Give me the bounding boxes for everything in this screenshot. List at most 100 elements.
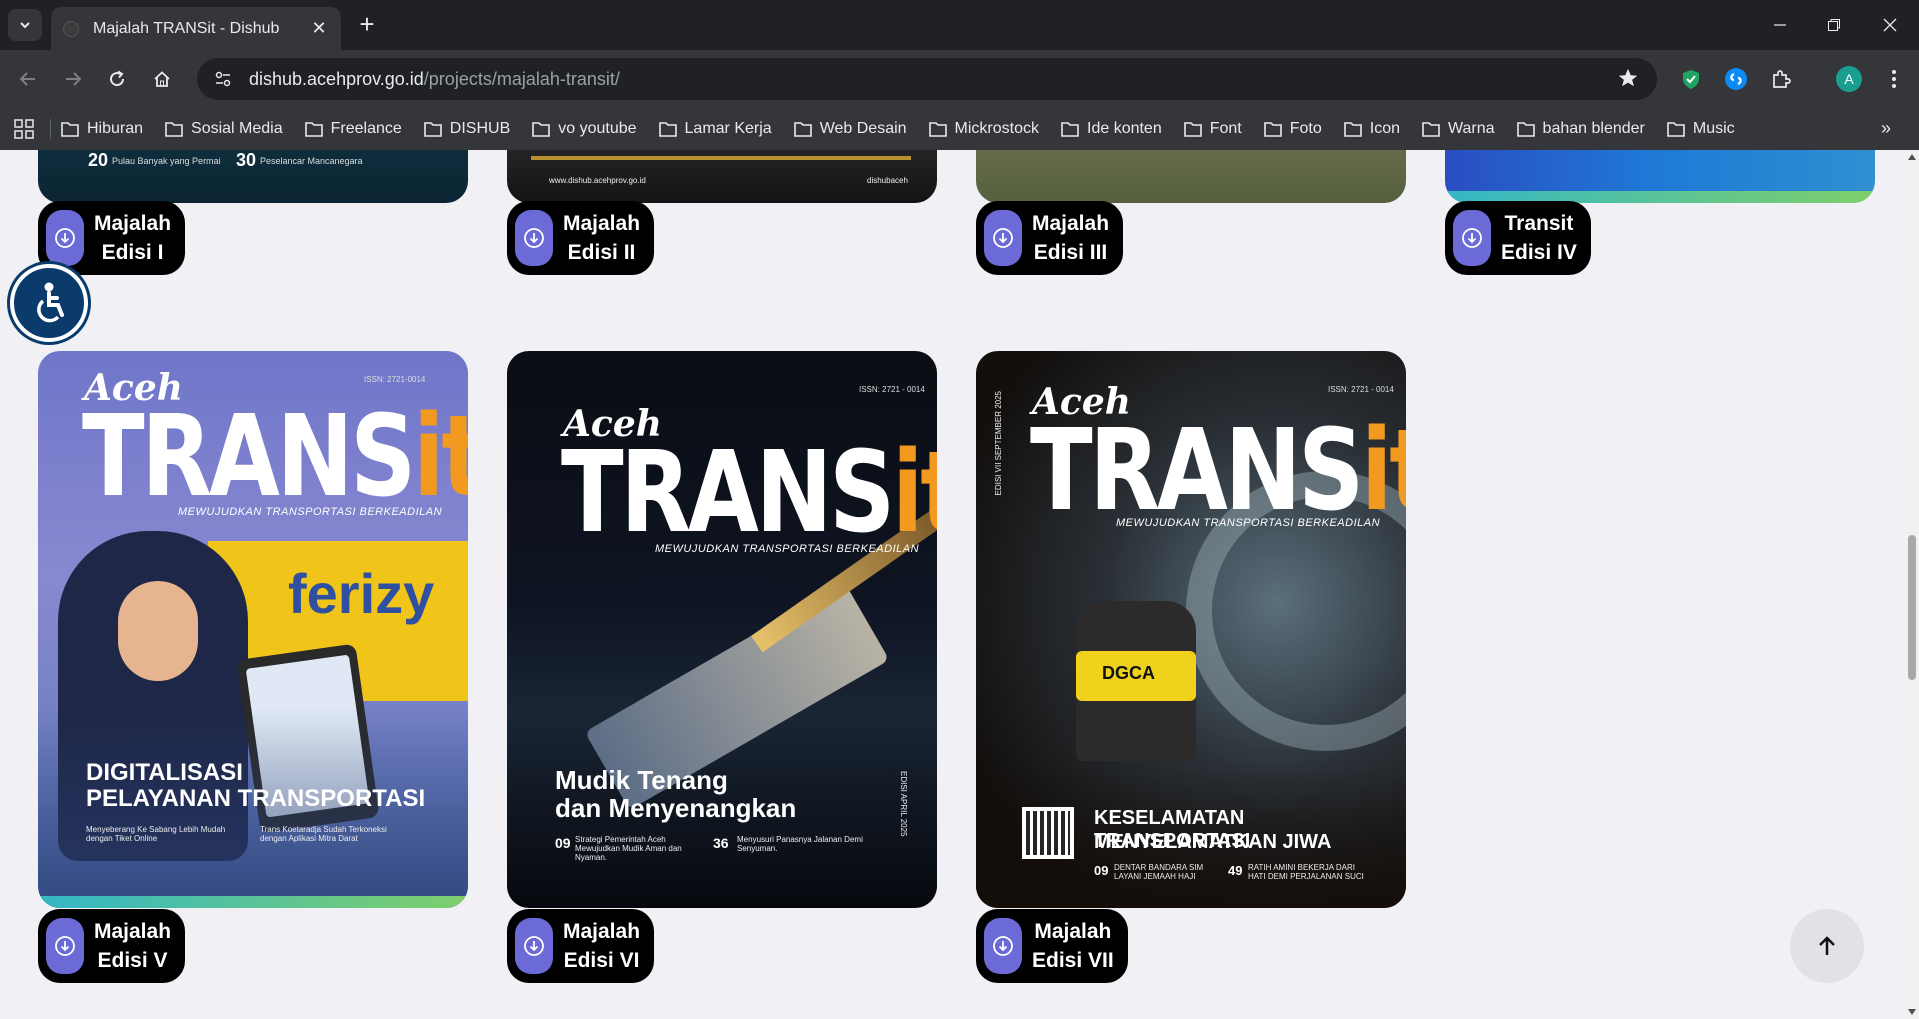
address-bar[interactable]: dishub.acehprov.go.id/projects/majalah-t… (197, 58, 1657, 100)
bookmark-folder[interactable]: vo youtube (532, 120, 637, 138)
site-info-icon[interactable] (211, 67, 235, 91)
folder-icon (1422, 122, 1440, 137)
apps-grid-icon[interactable] (12, 117, 36, 141)
bookmark-folder[interactable]: Font (1183, 120, 1242, 138)
shazam-extension-icon[interactable] (1722, 65, 1750, 93)
bookmark-folder[interactable]: bahan blender (1516, 120, 1645, 138)
scroll-up-arrow-icon[interactable] (1908, 154, 1916, 160)
minimize-button[interactable] (1752, 0, 1808, 50)
bookmark-folder[interactable]: Freelance (304, 120, 402, 138)
label-line-1: Majalah (563, 920, 641, 943)
label-line-1: Transit (1504, 212, 1574, 235)
tab-close-icon[interactable]: ✕ (309, 18, 329, 39)
cover-foot-number-2: 49 (1228, 863, 1243, 878)
tab-search-button[interactable] (8, 9, 42, 41)
close-window-button[interactable] (1862, 0, 1918, 50)
scroll-to-top-button[interactable] (1790, 909, 1864, 983)
brand-main: TRANS (82, 392, 416, 522)
download-icon (984, 210, 1022, 266)
bookmark-folder[interactable]: Sosial Media (165, 120, 283, 138)
bookmark-star-icon[interactable] (1617, 67, 1639, 94)
restore-icon (1828, 19, 1840, 31)
scrollbar-thumb[interactable] (1908, 535, 1916, 680)
label-line-1: Majalah (94, 920, 172, 943)
bookmark-folder[interactable]: DISHUB (423, 120, 510, 138)
download-edisi-3-button[interactable]: Majalah Edisi III (976, 201, 1124, 275)
bookmark-folder[interactable]: Warna (1422, 120, 1495, 138)
new-tab-button[interactable]: + (352, 10, 382, 40)
magazine-cover-edisi-5[interactable]: ferizy ISSN: 2721-0014 Aceh TRANSit MEWU… (38, 351, 468, 908)
folder-icon (532, 122, 551, 137)
magazine-cover-edisi-2[interactable]: www.dishub.acehprov.go.id dishubaceh (507, 150, 937, 203)
extensions-puzzle-icon[interactable] (1767, 65, 1795, 93)
cover-worker-vest: DGCA (1076, 651, 1196, 701)
home-button[interactable] (146, 63, 178, 95)
forward-button[interactable] (57, 63, 89, 95)
cover-brand-logo: TRANSit (1030, 415, 1406, 527)
cover-gold-line (531, 156, 911, 160)
cover-brand-logo: TRANSit (82, 401, 468, 513)
download-edisi-2-button[interactable]: Majalah Edisi II (507, 201, 655, 275)
magazine-cover-edisi-1[interactable]: 20 Pulau Banyak yang Permai 30 Peselanca… (38, 150, 468, 203)
folder-icon (1061, 122, 1079, 137)
menu-kebab-icon[interactable] (1880, 65, 1908, 93)
profile-avatar[interactable]: A (1836, 66, 1862, 92)
folder-icon (423, 122, 442, 137)
bookmark-folder[interactable]: Icon (1343, 120, 1400, 138)
label-line-1: Majalah (563, 212, 641, 235)
page-scrollbar[interactable] (1905, 150, 1919, 1019)
arrow-left-icon (19, 72, 35, 86)
arrow-up-icon (1819, 936, 1835, 955)
bookmark-folder[interactable]: Lamar Kerja (658, 120, 772, 138)
bookmark-label: Freelance (330, 120, 402, 137)
brand-it: it (413, 392, 468, 522)
bookmark-folder[interactable]: Music (1667, 120, 1735, 138)
bookmark-folder-list: Hiburan Sosial Media Freelance DISHUB vo you… (61, 120, 1757, 138)
download-edisi-7-button[interactable]: Majalah Edisi VII (976, 909, 1128, 983)
download-edisi-6-button[interactable]: Majalah Edisi VI (507, 909, 655, 983)
download-icon (1453, 210, 1491, 266)
more-bookmarks-icon[interactable]: » (1881, 118, 1891, 139)
reload-button[interactable] (101, 63, 133, 95)
magazine-cover-edisi-6[interactable]: ISSN: 2721 - 0014 Aceh TRANSit MEWUJUDKA… (507, 351, 937, 908)
bookmark-folder[interactable]: Hiburan (61, 120, 143, 138)
bookmark-folder[interactable]: Ide konten (1061, 120, 1162, 138)
close-icon (1883, 18, 1897, 32)
shield-extension-icon[interactable] (1677, 65, 1705, 93)
tab-bar: Majalah TRANSit - Dishub ✕ + (0, 0, 1919, 50)
folder-icon (1183, 122, 1202, 137)
download-edisi-1-button[interactable]: Majalah Edisi I (38, 201, 186, 275)
cover-footnote-2: RATIH AMINI BEKERJA DARI HATI DEMI PERJA… (1248, 863, 1364, 881)
download-label: Majalah Edisi I (94, 209, 171, 267)
label-line-1: Majalah (94, 212, 172, 235)
bookmark-folder[interactable]: Mickrostock (928, 120, 1039, 138)
magazine-cover-edisi-4[interactable] (1445, 150, 1875, 203)
download-icon (515, 918, 553, 974)
bookmark-folder[interactable]: Foto (1263, 120, 1322, 138)
scroll-down-arrow-icon[interactable] (1908, 1009, 1916, 1015)
cover-issn: ISSN: 2721 - 0014 (1328, 385, 1394, 394)
cover-headline-2: dan Menyenangkan (555, 793, 797, 823)
accessibility-button[interactable] (10, 264, 88, 342)
cover-foot-number-1: 09 (1094, 863, 1109, 878)
cover-headline-2: PELAYANAN TRANSPORTASI (86, 785, 426, 812)
bookmark-label: Web Desain (819, 120, 907, 137)
folder-icon (658, 122, 677, 137)
bookmark-folder[interactable]: Web Desain (793, 120, 907, 138)
magazine-cover-edisi-7[interactable]: DGCA ISSN: 2721 - 0014 EDISI VII SEPTEMB… (976, 351, 1406, 908)
active-tab[interactable]: Majalah TRANSit - Dishub ✕ (51, 7, 341, 50)
tab-favicon-icon (63, 20, 79, 37)
magazine-cover-edisi-3[interactable] (976, 150, 1406, 203)
cover-footnote-2: Trans Koetaradja Sudah Terkoneksi dengan… (260, 825, 387, 843)
folder-icon (1516, 122, 1535, 137)
download-edisi-4-button[interactable]: Transit Edisi IV (1445, 201, 1591, 275)
cover-person-face (118, 581, 198, 681)
cover-headline-1: DIGITALISASI (86, 759, 243, 786)
tab-title: Majalah TRANSit - Dishub (93, 19, 280, 37)
download-edisi-5-button[interactable]: Majalah Edisi V (38, 909, 186, 983)
download-icon (515, 210, 553, 266)
restore-button[interactable] (1806, 0, 1862, 50)
bookmark-label: Music (1692, 120, 1735, 137)
label-line-2: Edisi II (567, 241, 636, 264)
back-button[interactable] (12, 63, 44, 95)
